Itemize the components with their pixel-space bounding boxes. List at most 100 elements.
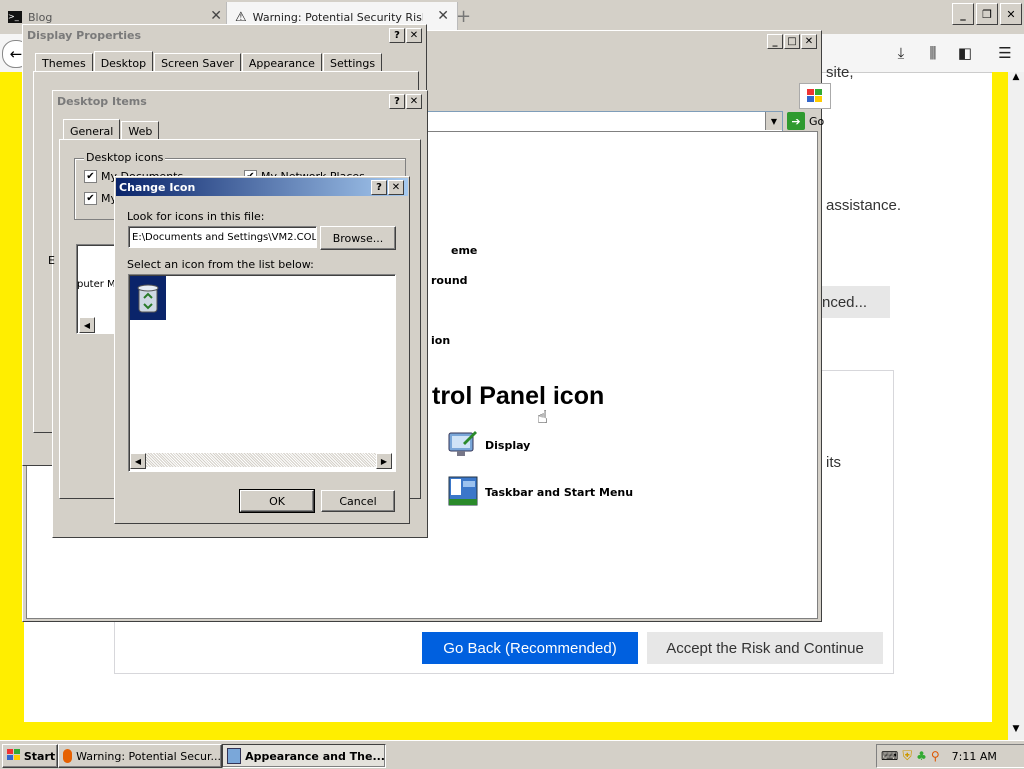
restore-button[interactable]: ❐ [976, 3, 998, 25]
new-tab-button[interactable]: + [456, 6, 471, 27]
terminal-icon: >_ [8, 11, 22, 23]
tab-settings[interactable]: Settings [322, 53, 383, 73]
go-button[interactable]: ➔ Go [787, 111, 837, 131]
display-icon [447, 429, 479, 462]
control-panel-heading: trol Panel icon [432, 382, 605, 410]
display-properties-titlebar: Display Properties [24, 26, 425, 44]
icon-list-scrollbar[interactable]: ◀ ▶ [130, 453, 392, 469]
help-button[interactable]: ? [389, 28, 405, 43]
taskbar-item-firefox[interactable]: Warning: Potential Secur... [58, 744, 222, 768]
dialog-title: Display Properties [27, 28, 142, 42]
title-buttons: ? ✕ [389, 94, 422, 109]
help-button[interactable]: ? [371, 180, 387, 195]
dialog-title: Desktop Items [57, 94, 147, 108]
tab-blog-label: Blog [28, 10, 53, 24]
check-icon: ✔ [84, 170, 97, 183]
arrow-left-icon: ← [9, 45, 23, 63]
task-fragment[interactable]: ion [431, 334, 450, 347]
advanced-button[interactable]: nced... [822, 286, 890, 318]
page-scrollbar[interactable]: ▲ ▼ [1008, 72, 1024, 740]
my-computer-checkbox[interactable]: ✔ My [84, 192, 117, 205]
network-icon[interactable]: ♣ [916, 749, 927, 763]
close-icon[interactable]: ✕ [210, 8, 222, 24]
download-icon[interactable]: ⤓ [890, 42, 912, 64]
browse-button[interactable]: Browse... [320, 226, 396, 250]
title-buttons: ? ✕ [389, 28, 422, 43]
display-properties-tabs: Themes Desktop Screen Saver Appearance S… [35, 51, 383, 73]
accept-risk-button[interactable]: Accept the Risk and Continue [647, 632, 883, 664]
clock[interactable]: 7:11 AM [952, 750, 997, 763]
desktop-items-tabs: General Web [63, 119, 160, 141]
change-icon-titlebar: Change Icon [116, 178, 408, 196]
keyboard-icon[interactable]: ⌨ [881, 749, 898, 763]
page-text-fragment: site, [826, 64, 854, 81]
tab-screen-saver[interactable]: Screen Saver [154, 53, 241, 73]
scroll-right-icon[interactable]: ▶ [376, 453, 392, 469]
task-fragment[interactable]: eme [451, 244, 477, 257]
arrow-right-icon: ➔ [787, 112, 805, 130]
tab-desktop[interactable]: Desktop [93, 51, 154, 73]
page-text-fragment: its [826, 454, 841, 471]
tab-general[interactable]: General [63, 119, 121, 141]
icon-list[interactable]: ◀ ▶ [128, 274, 396, 472]
tab-warning-label: Warning: Potential Security Risk A [252, 10, 423, 24]
start-button[interactable]: Start [2, 744, 58, 768]
tab-themes[interactable]: Themes [35, 53, 93, 73]
hand-cursor-icon: ☝ [537, 407, 548, 428]
minimize-button[interactable]: _ [952, 3, 974, 25]
taskbar-item-label: Appearance and The... [245, 749, 385, 763]
start-label: Start [23, 749, 56, 763]
close-button[interactable]: ✕ [801, 34, 817, 49]
taskbar-item-appearance[interactable]: Appearance and The... [222, 744, 386, 768]
warning-page-border-right [992, 72, 1008, 722]
help-button[interactable]: ? [389, 94, 405, 109]
icon-list-label: Select an icon from the list below: [127, 258, 314, 271]
warning-page-border-bottom [0, 722, 1008, 740]
windows-logo-icon [6, 748, 21, 764]
warning-icon: ⚠ [235, 9, 247, 25]
windows-logo-icon [799, 83, 831, 109]
page-text-fragment: assistance. [826, 197, 902, 214]
minimize-button[interactable]: _ [767, 34, 783, 49]
cancel-button[interactable]: Cancel [321, 490, 395, 512]
close-button[interactable]: ✕ [406, 28, 422, 43]
close-button[interactable]: ✕ [406, 94, 422, 109]
close-button[interactable]: ✕ [388, 180, 404, 195]
menu-icon[interactable]: ☰ [994, 42, 1016, 64]
go-label: Go [809, 114, 825, 128]
warning-page-border-left [0, 72, 24, 752]
search-icon[interactable]: ⚲ [931, 749, 940, 763]
desktop-items-titlebar: Desktop Items [54, 92, 426, 110]
chevron-down-icon[interactable]: ▼ [765, 112, 782, 130]
tab-web[interactable]: Web [121, 121, 160, 141]
scroll-left-icon[interactable]: ◀ [130, 453, 146, 469]
taskbar-start-menu-link[interactable]: Taskbar and Start Menu [447, 475, 633, 510]
firefox-icon [63, 749, 73, 763]
ok-button[interactable]: OK [239, 489, 315, 513]
display-link-label: Display [485, 439, 531, 452]
maximize-button[interactable]: □ [784, 34, 800, 49]
file-label: Look for icons in this file: [127, 210, 265, 223]
address-field[interactable]: ▼ [423, 111, 783, 133]
system-tray: ⌨ ⛨ ♣ ⚲ 7:11 AM [876, 744, 1024, 768]
control-panel-icon [227, 748, 242, 764]
icon-file-input[interactable]: E:\Documents and Settings\VM2.COL [128, 226, 317, 248]
display-link[interactable]: Display [447, 429, 530, 462]
sidebar-icon[interactable]: ◧ [954, 42, 976, 64]
tab-appearance[interactable]: Appearance [241, 53, 322, 73]
taskbar: Start Warning: Potential Secur... Appear… [0, 740, 1024, 769]
task-fragment[interactable]: round [431, 274, 468, 287]
recycle-bin-icon[interactable] [130, 276, 166, 320]
close-icon[interactable]: ✕ [437, 8, 449, 24]
scroll-left-icon[interactable]: ◀ [79, 317, 95, 333]
icon-label: puter [77, 279, 104, 290]
taskbar-item-label: Warning: Potential Secur... [76, 749, 221, 763]
explorer-window-controls: _ □ ✕ [767, 34, 817, 49]
go-back-button[interactable]: Go Back (Recommended) [422, 632, 638, 664]
desktop-icons-group-label: Desktop icons [84, 151, 166, 164]
close-window-button[interactable]: ✕ [1000, 3, 1022, 25]
side-letter: E [48, 254, 55, 267]
library-icon[interactable]: ⫼ [922, 42, 944, 64]
change-icon-dialog: Change Icon ? ✕ Look for icons in this f… [114, 176, 410, 524]
shield-icon[interactable]: ⛨ [902, 749, 912, 764]
